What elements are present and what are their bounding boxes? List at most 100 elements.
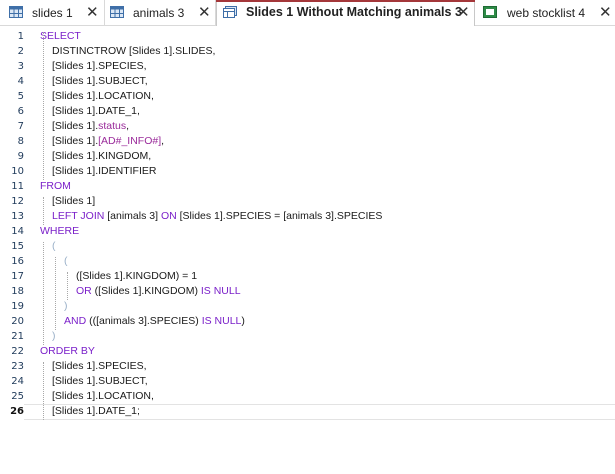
tab-web-stocklist-4[interactable]: web stocklist 4 ✕ xyxy=(475,0,615,25)
code-line: LEFT JOIN [animals 3] ON [Slides 1].SPEC… xyxy=(52,210,382,222)
code-token: [Slides 1].SUBJECT, xyxy=(52,75,148,87)
line-number: 15 xyxy=(11,241,24,252)
sql-keyword: ON xyxy=(160,210,180,222)
line-number: 19 xyxy=(11,301,24,312)
sql-keyword: ORDER BY xyxy=(40,345,95,357)
sql-keyword: AND xyxy=(64,315,90,327)
tab-label: animals 3 xyxy=(133,5,185,20)
code-token: status xyxy=(98,120,127,132)
code-token: ) xyxy=(241,315,245,327)
code-line: ) xyxy=(64,300,68,312)
code-token: [Slides 1].LOCATION, xyxy=(52,90,154,102)
code-line: [Slides 1].DATE_1, xyxy=(52,105,140,117)
code-line: ([Slides 1].KINGDOM) = 1 xyxy=(76,270,197,282)
sql-keyword: IS NULL xyxy=(200,285,241,297)
line-number: 12 xyxy=(11,196,24,207)
code-token: [AD#_INFO#] xyxy=(98,135,162,147)
code-token: ( xyxy=(52,240,56,252)
code-token: [Slides 1].SPECIES, xyxy=(52,360,147,372)
code-token: , xyxy=(161,135,165,147)
tab-label: web stocklist 4 xyxy=(507,5,586,20)
line-number: 7 xyxy=(17,121,24,132)
line-number: 22 xyxy=(11,346,24,357)
sql-keyword: SELECT xyxy=(40,30,81,42)
code-token: [Slides 1] xyxy=(52,195,96,207)
code-token: (([animals 3].SPECIES) xyxy=(89,315,202,327)
code-line: ( xyxy=(52,240,56,252)
table-icon xyxy=(110,6,124,18)
code-line: AND (([animals 3].SPECIES) IS NULL) xyxy=(64,315,245,327)
code-line: [Slides 1].IDENTIFIER xyxy=(52,165,156,177)
code-token: [animals 3] xyxy=(107,210,161,222)
code-line: [Slides 1].[AD#_INFO#], xyxy=(52,135,164,147)
line-number: 10 xyxy=(11,166,24,177)
sql-editor[interactable]: 1 SELECT 2 DISTINCTROW [Slides 1].SLIDES, 3 [… xyxy=(0,26,615,474)
line-number: 25 xyxy=(11,391,24,402)
sql-keyword: LEFT JOIN xyxy=(52,210,108,222)
line-number: 17 xyxy=(11,271,24,282)
indent-guide xyxy=(67,272,68,300)
sql-keyword: OR xyxy=(76,285,95,297)
code-line: [Slides 1].DATE_1; xyxy=(52,405,140,417)
code-line: ( xyxy=(64,255,68,267)
code-token: [Slides 1].SPECIES, xyxy=(52,60,147,72)
code-token: ) xyxy=(52,330,56,342)
close-tab-icon[interactable]: ✕ xyxy=(599,5,612,20)
code-line: OR ([Slides 1].KINGDOM) IS NULL xyxy=(76,285,241,297)
code-line: [Slides 1] xyxy=(52,195,95,207)
code-token: [Slides 1]. xyxy=(52,135,99,147)
line-number: 16 xyxy=(11,256,24,267)
indent-guide xyxy=(55,257,56,330)
code-line: [Slides 1].SUBJECT, xyxy=(52,375,148,387)
indent-guide xyxy=(43,242,44,345)
code-line: DISTINCTROW [Slides 1].SLIDES, xyxy=(52,45,215,57)
table-icon xyxy=(9,6,23,18)
tab-label: slides 1 xyxy=(32,5,73,20)
line-number: 8 xyxy=(17,136,24,147)
close-tab-icon[interactable]: ✕ xyxy=(86,5,99,20)
code-token: [Slides 1]. xyxy=(52,120,99,132)
tab-animals-3[interactable]: animals 3 ✕ xyxy=(105,0,216,25)
line-number: 26 xyxy=(10,406,24,417)
code-line: [Slides 1].LOCATION, xyxy=(52,390,154,402)
close-tab-icon[interactable]: ✕ xyxy=(457,5,470,20)
code-token: , xyxy=(126,120,130,132)
code-token: [Slides 1].DATE_1, xyxy=(52,105,140,117)
line-number: 18 xyxy=(11,286,24,297)
tab-label: Slides 1 Without Matching animals 3 xyxy=(246,5,462,19)
code-line: SELECT xyxy=(40,30,81,42)
sql-keyword: FROM xyxy=(40,180,71,192)
sql-keyword: WHERE xyxy=(40,225,80,237)
query-icon xyxy=(223,6,237,18)
line-number: 5 xyxy=(17,91,24,102)
code-line: [Slides 1].SUBJECT, xyxy=(52,75,148,87)
line-number: 1 xyxy=(17,31,24,42)
code-token: ([Slides 1].KINGDOM) = 1 xyxy=(76,270,198,282)
line-number: 11 xyxy=(11,181,24,192)
code-token: [Slides 1].SUBJECT, xyxy=(52,375,148,387)
line-number: 4 xyxy=(17,76,24,87)
line-number: 9 xyxy=(17,151,24,162)
code-token: DISTINCTROW [Slides 1].SLIDES, xyxy=(52,45,216,57)
code-line: [Slides 1].KINGDOM, xyxy=(52,150,151,162)
code-token: [Slides 1].DATE_1; xyxy=(52,405,140,417)
form-icon xyxy=(483,6,497,18)
line-number: 24 xyxy=(11,376,24,387)
line-number: 21 xyxy=(11,331,24,342)
line-number: 14 xyxy=(11,226,24,237)
code-line: [Slides 1].LOCATION, xyxy=(52,90,154,102)
current-line-highlight-top xyxy=(24,404,615,405)
tab-slides-1-without-matching-animals-3[interactable]: Slides 1 Without Matching animals 3 ✕ xyxy=(216,0,475,26)
indent-guide xyxy=(43,197,44,225)
tab-slides-1[interactable]: slides 1 ✕ xyxy=(0,0,105,25)
line-number: 23 xyxy=(11,361,24,372)
sql-keyword: IS NULL xyxy=(201,315,242,327)
code-line: ORDER BY xyxy=(40,345,95,357)
close-tab-icon[interactable]: ✕ xyxy=(198,5,211,20)
document-tab-bar: slides 1 ✕ animals 3 ✕ Slides 1 Without … xyxy=(0,0,615,26)
code-token: ( xyxy=(64,255,68,267)
code-token: [Slides 1].SPECIES = [animals 3].SPECIES xyxy=(179,210,383,222)
code-line: [Slides 1].SPECIES, xyxy=(52,60,147,72)
indent-guide xyxy=(43,32,44,180)
line-number: 6 xyxy=(17,106,24,117)
